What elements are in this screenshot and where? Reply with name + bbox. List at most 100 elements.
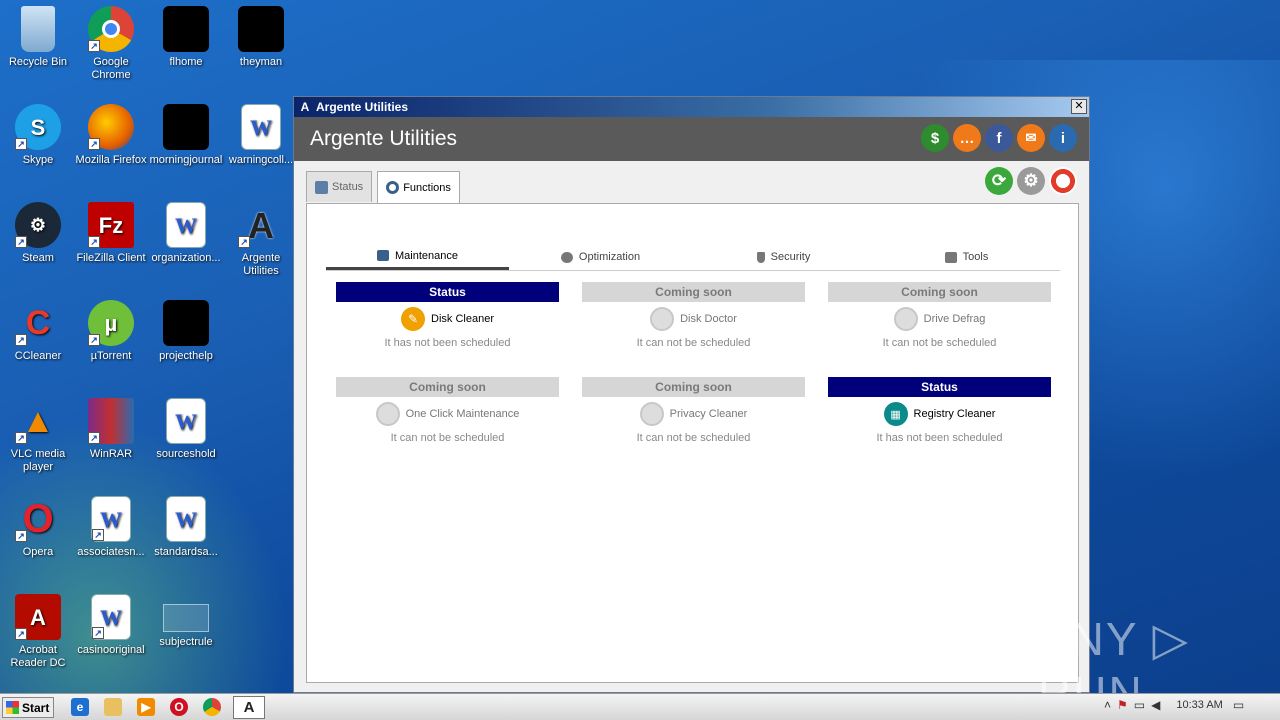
settings-gear-icon[interactable]: ⚙ bbox=[1017, 167, 1045, 195]
card-header: Status bbox=[336, 282, 559, 302]
blank-thumbnail-icon bbox=[163, 300, 209, 346]
card-drive-defrag[interactable]: Coming soon Drive Defrag It can not be s… bbox=[828, 282, 1051, 349]
speedometer-icon bbox=[560, 251, 573, 263]
media-player-icon[interactable]: ▶ bbox=[137, 698, 155, 716]
volume-icon[interactable]: ◀ bbox=[1151, 698, 1160, 712]
function-subtabs: Maintenance Optimization Security Tools bbox=[326, 244, 1060, 271]
desktop-icon-label: FileZilla Client bbox=[76, 252, 146, 264]
desktop-icon-projecthelp[interactable]: projecthelp bbox=[148, 300, 224, 363]
desktop-icon-label: Opera bbox=[22, 546, 54, 558]
desktop-icon-chrome[interactable]: ↗ Google Chrome bbox=[73, 6, 149, 82]
info-icon[interactable]: i bbox=[1049, 124, 1077, 152]
desktop-icon-label: organization... bbox=[151, 252, 221, 264]
vlc-cone-icon: ▲ ↗ bbox=[15, 398, 61, 444]
refresh-icon[interactable]: ⟳ bbox=[985, 167, 1013, 195]
desktop-icon-organization[interactable]: W organization... bbox=[148, 202, 224, 265]
card-schedule: It can not be scheduled bbox=[882, 337, 997, 349]
desktop-icon-label: Recycle Bin bbox=[8, 56, 68, 68]
tab-functions[interactable]: Functions bbox=[377, 171, 460, 203]
ccleaner-icon: C ↗ bbox=[15, 300, 61, 346]
card-name: Registry Cleaner bbox=[913, 408, 996, 420]
functions-panel: Maintenance Optimization Security Tools … bbox=[306, 203, 1079, 683]
desktop-icon-morningjournal[interactable]: morningjournal bbox=[148, 104, 224, 167]
acrobat-icon: A ↗ bbox=[15, 594, 61, 640]
desktop-icon-theyman[interactable]: theyman bbox=[223, 6, 299, 69]
card-name: Disk Cleaner bbox=[431, 313, 494, 325]
dollar-icon[interactable]: $ bbox=[921, 124, 949, 152]
filezilla-icon: Fz ↗ bbox=[88, 202, 134, 248]
desktop-icon-recycle-bin[interactable]: Recycle Bin bbox=[0, 6, 76, 69]
desktop-icon-steam[interactable]: ⚙ ↗ Steam bbox=[0, 202, 76, 265]
clock[interactable]: 10:33 AM bbox=[1176, 699, 1222, 711]
mail-icon[interactable]: ✉ bbox=[1017, 124, 1045, 152]
chevron-up-icon[interactable]: ˄ bbox=[1104, 698, 1111, 712]
subtab-tools[interactable]: Tools bbox=[875, 244, 1058, 270]
tab-status[interactable]: Status bbox=[306, 171, 373, 202]
desktop-icon-warningcoll[interactable]: W warningcoll... bbox=[223, 104, 299, 167]
network-icon[interactable]: ▭ bbox=[1134, 698, 1145, 712]
flag-alert-icon[interactable]: ⚑ bbox=[1117, 698, 1128, 712]
desktop-icon-sourceshold[interactable]: W sourceshold bbox=[148, 398, 224, 461]
chat-icon[interactable]: … bbox=[953, 124, 981, 152]
desktop-icon-filezilla[interactable]: Fz ↗ FileZilla Client bbox=[73, 202, 149, 265]
tools-icon bbox=[944, 251, 957, 263]
firefox-icon: ↗ bbox=[88, 104, 134, 150]
card-one-click-maintenance[interactable]: Coming soon One Click Maintenance It can… bbox=[336, 377, 559, 444]
desktop-icon-winrar[interactable]: ↗ WinRAR bbox=[73, 398, 149, 461]
help-lifebuoy-icon[interactable] bbox=[1049, 167, 1077, 195]
desktop-icon-skype[interactable]: S ↗ Skype bbox=[0, 104, 76, 167]
desktop-icon-label: Google Chrome bbox=[91, 56, 131, 81]
card-disk-cleaner[interactable]: Status ✎ Disk Cleaner It has not been sc… bbox=[336, 282, 559, 349]
subtab-optimization[interactable]: Optimization bbox=[509, 244, 692, 270]
subtab-maintenance[interactable]: Maintenance bbox=[326, 244, 509, 270]
desktop-icon-opera[interactable]: O ↗ Opera bbox=[0, 496, 76, 559]
coming-soon-stamp-icon bbox=[893, 307, 918, 331]
desktop-icon-argente[interactable]: A ↗ Argente Utilities bbox=[223, 202, 299, 278]
chrome-icon[interactable] bbox=[203, 698, 221, 716]
opera-icon[interactable]: O bbox=[170, 698, 188, 716]
subtab-label: Optimization bbox=[578, 251, 641, 263]
desktop-icon-label: VLC media player bbox=[10, 448, 66, 473]
desktop-icon-utorrent[interactable]: µ ↗ µTorrent bbox=[73, 300, 149, 363]
subtab-security[interactable]: Security bbox=[692, 244, 875, 270]
facebook-icon[interactable]: f bbox=[985, 124, 1013, 152]
card-header: Coming soon bbox=[582, 282, 805, 302]
desktop-icon-acrobat[interactable]: A ↗ Acrobat Reader DC bbox=[0, 594, 76, 670]
card-disk-doctor[interactable]: Coming soon Disk Doctor It can not be sc… bbox=[582, 282, 805, 349]
desktop-icon-firefox[interactable]: ↗ Mozilla Firefox bbox=[73, 104, 149, 167]
card-schedule: It can not be scheduled bbox=[636, 432, 751, 444]
system-tray: ˄ ⚑ ▭ ◀ 10:33 AM ▭ bbox=[1104, 698, 1244, 712]
card-header: Coming soon bbox=[336, 377, 559, 397]
folder-icon[interactable] bbox=[104, 698, 122, 716]
taskbar-item-argente[interactable]: A bbox=[233, 696, 265, 719]
taskbar: Start e ▶ O A ˄ ⚑ ▭ ◀ 10:33 AM ▭ bbox=[0, 693, 1280, 720]
blank-thumbnail-icon bbox=[238, 6, 284, 52]
argente-logo-icon: A bbox=[300, 100, 310, 114]
internet-explorer-icon[interactable]: e bbox=[71, 698, 89, 716]
app-title: Argente Utilities bbox=[310, 127, 458, 150]
window-close-button[interactable]: ✕ bbox=[1071, 99, 1087, 114]
subtab-label: Security bbox=[770, 251, 811, 263]
word-document-icon: W bbox=[166, 398, 206, 444]
show-desktop-icon[interactable]: ▭ bbox=[1233, 698, 1244, 712]
blank-thumbnail-icon bbox=[163, 604, 209, 632]
tab-label: Status bbox=[332, 181, 364, 193]
desktop-icon-vlc[interactable]: ▲ ↗ VLC media player bbox=[0, 398, 76, 474]
desktop-icon-casinooriginal[interactable]: W ↗ casinooriginal bbox=[73, 594, 149, 657]
desktop-icon-subjectrule[interactable]: subjectrule bbox=[148, 594, 224, 649]
card-name: Disk Doctor bbox=[680, 313, 737, 325]
desktop-icon-flhome[interactable]: flhome bbox=[148, 6, 224, 69]
window-titlebar[interactable]: A Argente Utilities bbox=[294, 97, 1089, 117]
desktop-icon-ccleaner[interactable]: C ↗ CCleaner bbox=[0, 300, 76, 363]
desktop-icon-label: Skype bbox=[22, 154, 54, 166]
card-registry-cleaner[interactable]: Status ▦ Registry Cleaner It has not bee… bbox=[828, 377, 1051, 444]
card-privacy-cleaner[interactable]: Coming soon Privacy Cleaner It can not b… bbox=[582, 377, 805, 444]
desktop-icon-standardsa[interactable]: W standardsa... bbox=[148, 496, 224, 559]
opera-icon: O ↗ bbox=[15, 496, 61, 542]
word-document-icon: W ↗ bbox=[91, 496, 131, 542]
desktop-icon-associatesn[interactable]: W ↗ associatesn... bbox=[73, 496, 149, 559]
tab-label: Functions bbox=[403, 181, 451, 194]
steam-icon: ⚙ ↗ bbox=[15, 202, 61, 248]
card-header: Coming soon bbox=[828, 282, 1051, 302]
start-button[interactable]: Start bbox=[2, 697, 54, 718]
